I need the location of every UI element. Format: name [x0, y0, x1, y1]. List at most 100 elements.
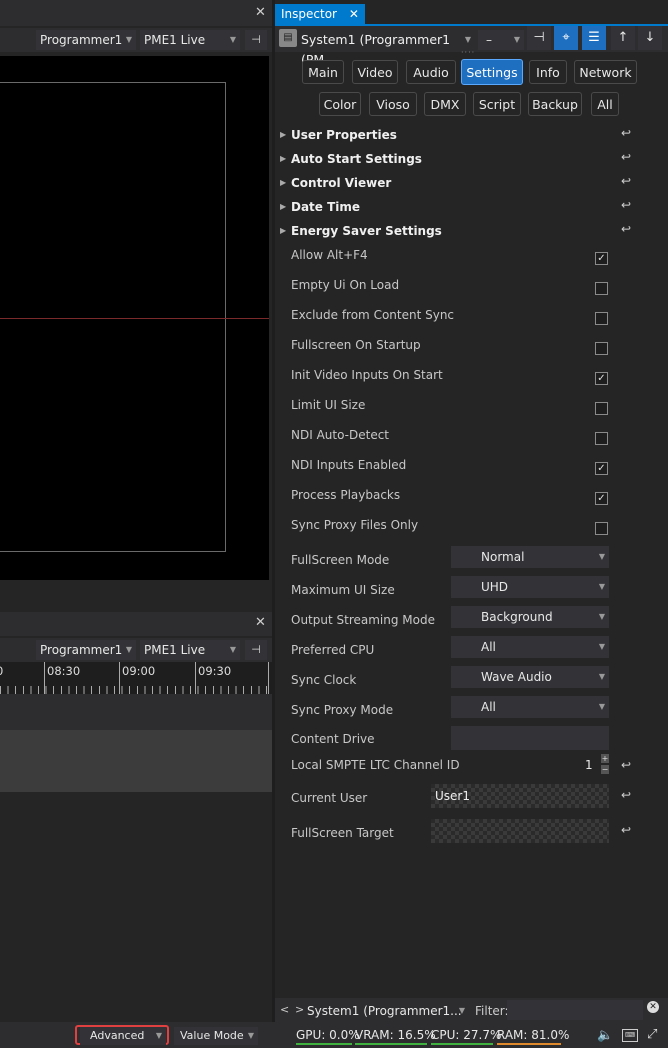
reset-icon[interactable]: ↩	[621, 126, 631, 140]
expand-triangle-icon[interactable]: ▶	[280, 130, 286, 139]
checkbox[interactable]: ✓	[595, 372, 608, 385]
checkbox[interactable]	[595, 522, 608, 535]
reset-icon[interactable]: ↩	[621, 788, 631, 802]
section-header[interactable]: ▶ Energy Saver Settings ↩	[275, 222, 668, 242]
dash-select[interactable]: – ▼	[478, 30, 524, 50]
arrow-down-icon[interactable]: ↓	[638, 26, 662, 50]
live-select[interactable]: PME1 Live ▼	[140, 640, 240, 660]
checkbox[interactable]	[595, 432, 608, 445]
section-header[interactable]: ▶ User Properties ↩	[275, 126, 668, 146]
ltc-channel-value[interactable]: 1	[585, 758, 593, 772]
category-button-main[interactable]: Main	[302, 60, 344, 84]
content-drive-label: Content Drive	[291, 732, 375, 746]
pin-icon[interactable]: ⊣	[527, 26, 551, 50]
filter-input[interactable]	[507, 1000, 643, 1020]
select-dropdown[interactable]: UHD ▼	[451, 576, 609, 598]
programmer-select[interactable]: Programmer1 ▼	[36, 640, 136, 660]
checkbox-row: Allow Alt+F4 ✓	[275, 248, 668, 268]
category-button-color[interactable]: Color	[319, 92, 361, 116]
reset-icon[interactable]: ↩	[621, 150, 631, 164]
select-dropdown[interactable]: Background ▼	[451, 606, 609, 628]
category-button-network[interactable]: Network	[574, 60, 637, 84]
select-label: Sync Clock	[291, 673, 357, 687]
pin-icon[interactable]: ⊣	[245, 30, 267, 50]
keyboard-icon[interactable]: ⌨	[622, 1029, 638, 1042]
select-dropdown[interactable]: All ▼	[451, 636, 609, 658]
expand-triangle-icon[interactable]: ▶	[280, 154, 286, 163]
prev-icon[interactable]: <	[280, 1003, 289, 1016]
category-button-video[interactable]: Video	[352, 60, 398, 84]
section-header[interactable]: ▶ Control Viewer ↩	[275, 174, 668, 194]
category-button-script[interactable]: Script	[473, 92, 521, 116]
expand-icon[interactable]: ⤢	[647, 1027, 657, 1042]
checkbox-row: Limit UI Size	[275, 398, 668, 418]
reset-icon[interactable]: ↩	[621, 758, 631, 772]
checkbox[interactable]	[595, 342, 608, 355]
checkbox[interactable]	[595, 402, 608, 415]
checkbox[interactable]: ✓	[595, 492, 608, 505]
category-button-settings[interactable]: Settings	[461, 59, 523, 85]
close-icon[interactable]: ✕	[255, 615, 266, 630]
category-button-vioso[interactable]: Vioso	[369, 92, 417, 116]
select-dropdown[interactable]: All ▼	[451, 696, 609, 718]
inspector-tab[interactable]: Inspector ✕	[275, 4, 365, 24]
pin-icon[interactable]: ⊣	[245, 640, 267, 660]
current-user-label: Current User	[291, 791, 368, 805]
decrement-icon[interactable]: −	[601, 765, 609, 774]
reset-icon[interactable]: ↩	[621, 222, 631, 236]
ruler-major-tick	[119, 662, 120, 694]
category-button-backup[interactable]: Backup	[528, 92, 582, 116]
close-icon[interactable]: ✕	[349, 7, 359, 21]
footer-object-selector[interactable]: System1 (Programmer1... ▼	[307, 1001, 465, 1021]
checkbox-label: Empty Ui On Load	[291, 278, 400, 292]
arrow-up-icon[interactable]: ↑	[611, 26, 635, 50]
category-button-info[interactable]: Info	[529, 60, 567, 84]
fullscreen-target-input[interactable]	[431, 819, 609, 843]
reset-icon[interactable]: ↩	[621, 198, 631, 212]
section-header[interactable]: ▶ Date Time ↩	[275, 198, 668, 218]
mode-select[interactable]: Advanced ▼	[80, 1027, 166, 1045]
chevron-down-icon: ▼	[598, 582, 605, 591]
select-value: UHD	[481, 580, 509, 594]
section-title: Date Time	[291, 200, 361, 214]
expand-triangle-icon[interactable]: ▶	[280, 178, 286, 187]
checkbox[interactable]: ✓	[595, 462, 608, 475]
select-dropdown[interactable]: Normal ▼	[451, 546, 609, 568]
category-button-dmx[interactable]: DMX	[424, 92, 466, 116]
checkbox[interactable]	[595, 282, 608, 295]
preview-viewer[interactable]	[0, 56, 269, 580]
category-button-all[interactable]: All	[591, 92, 619, 116]
object-selector[interactable]: System1 (Programmer1 (PM ▼	[301, 30, 471, 67]
checkbox-label: NDI Inputs Enabled	[291, 458, 407, 472]
next-icon[interactable]: >	[295, 1003, 304, 1016]
select-dropdown[interactable]: Wave Audio ▼	[451, 666, 609, 688]
vram-meter	[355, 1043, 427, 1045]
value-mode-select[interactable]: Value Mode ▼	[174, 1027, 258, 1045]
chevron-down-icon: ▼	[458, 1006, 465, 1015]
reset-icon[interactable]: ↩	[621, 174, 631, 188]
reset-icon[interactable]: ↩	[621, 823, 631, 837]
expand-triangle-icon[interactable]: ▶	[280, 226, 286, 235]
increment-icon[interactable]: +	[601, 754, 609, 763]
section-header[interactable]: ▶ Auto Start Settings ↩	[275, 150, 668, 170]
time-ruler[interactable]: 0 08:30 09:00 09:30	[0, 662, 272, 694]
timeline-track-empty[interactable]	[0, 694, 272, 730]
clear-filter-icon[interactable]: ✕	[647, 1001, 659, 1013]
current-user-input[interactable]: User1	[431, 784, 609, 808]
list-icon[interactable]: ☰	[582, 26, 606, 50]
close-icon[interactable]: ✕	[255, 5, 266, 20]
expand-triangle-icon[interactable]: ▶	[280, 202, 286, 211]
select-value: Wave Audio	[481, 670, 552, 684]
locate-icon[interactable]: ⌖	[554, 26, 578, 50]
checkbox[interactable]: ✓	[595, 252, 608, 265]
speaker-icon[interactable]: 🔈	[597, 1028, 613, 1043]
content-drive-input[interactable]	[451, 726, 609, 750]
chevron-down-icon: ▼	[598, 642, 605, 651]
programmer-select[interactable]: Programmer1 ▼	[36, 30, 136, 50]
checkbox[interactable]	[595, 312, 608, 325]
timeline-track[interactable]	[0, 730, 272, 792]
category-button-audio[interactable]: Audio	[406, 60, 456, 84]
live-select[interactable]: PME1 Live ▼	[140, 30, 240, 50]
chevron-down-icon: ▼	[598, 552, 605, 561]
ruler-label: 08:30	[47, 664, 81, 678]
